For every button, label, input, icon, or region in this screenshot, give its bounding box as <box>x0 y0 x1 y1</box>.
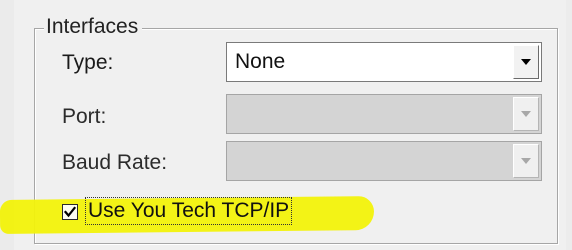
type-dropdown[interactable]: None <box>226 42 542 82</box>
chevron-down-icon <box>521 59 531 65</box>
dialog-right-edge <box>566 0 572 250</box>
baud-rate-dropdown[interactable] <box>226 141 542 181</box>
type-dropdown-button[interactable] <box>513 45 539 79</box>
checkmark-icon <box>64 206 76 218</box>
port-dropdown-button[interactable] <box>513 97 539 131</box>
type-dropdown-value: None <box>235 50 286 73</box>
baud-rate-dropdown-button[interactable] <box>513 144 539 178</box>
port-dropdown[interactable] <box>226 94 542 134</box>
chevron-down-icon <box>521 158 531 164</box>
port-label: Port: <box>62 105 107 128</box>
type-label: Type: <box>62 51 114 74</box>
use-tcpip-checkbox[interactable] <box>62 204 78 220</box>
interfaces-group-title: Interfaces <box>44 14 143 40</box>
use-tcpip-label[interactable]: Use You Tech TCP/IP <box>84 197 293 225</box>
chevron-down-icon <box>521 111 531 117</box>
baud-rate-label: Baud Rate: <box>62 151 168 174</box>
